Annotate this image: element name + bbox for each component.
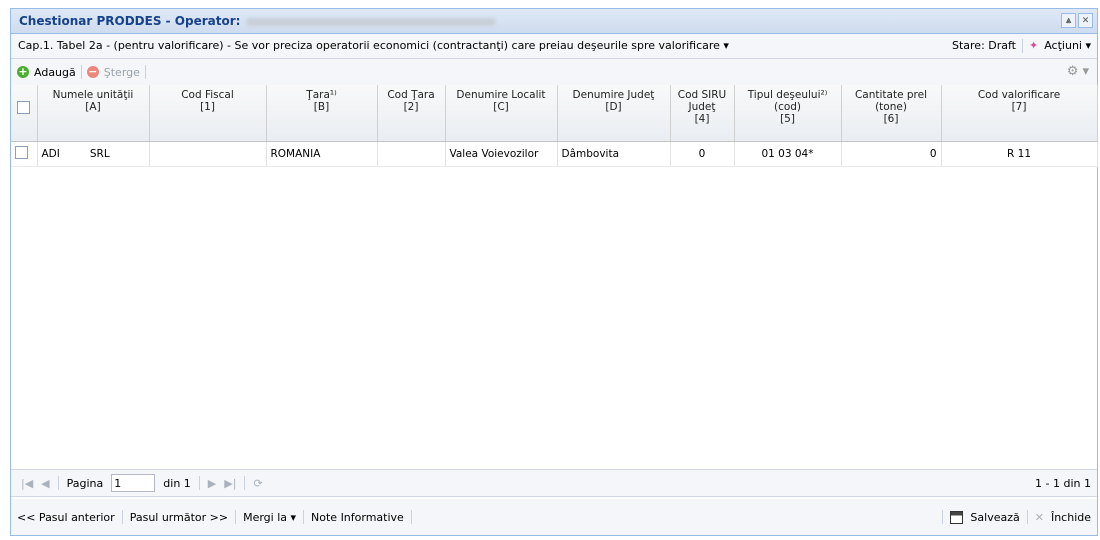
delete-icon: − (86, 65, 99, 78)
cell-country-code (377, 141, 446, 167)
column-header-country-code[interactable]: Cod Ţara [2] (377, 85, 446, 142)
grid-header-row: Numele unităţii [A] Cod Fiscal [1] Ţara¹⁾[… (11, 85, 1098, 142)
add-button[interactable]: Adaugă (34, 66, 76, 79)
refresh-icon[interactable]: ⟳ (253, 477, 262, 490)
data-grid: Numele unităţii [A] Cod Fiscal [1] Ţara¹⁾[… (11, 85, 1098, 469)
page-total-label: din 1 (163, 476, 191, 490)
column-header-county[interactable]: Denumire Judeţ [D] (557, 85, 671, 142)
divider (1026, 510, 1028, 524)
cell-name: ADI SRL (37, 141, 150, 167)
operator-name-redacted (246, 17, 497, 26)
actions-menu-button[interactable]: Acţiuni ▾ (1044, 34, 1091, 58)
actions-icon: ✦ (1029, 39, 1039, 52)
cell-fiscal-code (149, 141, 267, 167)
save-button[interactable]: Salvează (970, 511, 1019, 524)
divider (1022, 39, 1023, 53)
next-step-button[interactable]: Pasul următor >> (130, 511, 228, 524)
column-header-siruta[interactable]: Cod SIRU Judeţ [4] (670, 85, 735, 142)
first-page-icon[interactable]: |◀ (21, 477, 33, 490)
footer-toolbar: << Pasul anterior Pasul următor >> Mergi… (11, 499, 1097, 535)
record-count: 1 - 1 din 1 (1035, 476, 1091, 490)
divider (57, 476, 59, 490)
divider (303, 510, 305, 524)
chapter-bar: Cap.1. Tabel 2a - (pentru valorificare) … (11, 34, 1097, 59)
cell-locality: Valea Voievozilor (445, 141, 558, 167)
save-icon (950, 510, 964, 524)
status-label: Stare: Draft (951, 39, 1016, 52)
column-header-fiscal-code[interactable]: Cod Fiscal [1] (149, 85, 267, 142)
questionnaire-window: Chestionar PRODDES - Operator: ⩓ ✕ Cap.1… (10, 8, 1098, 536)
delete-button[interactable]: Şterge (104, 66, 140, 79)
column-header-waste-type[interactable]: Tipul deşeului²⁾ (cod) [5] (734, 85, 842, 142)
page-number-input[interactable] (111, 474, 156, 492)
column-header-locality[interactable]: Denumire Localit [C] (445, 85, 558, 142)
divider (244, 476, 246, 490)
prev-page-icon[interactable]: ◀ (41, 477, 49, 490)
goto-menu-button[interactable]: Mergi la ▾ (243, 511, 296, 524)
next-page-icon[interactable]: ▶ (208, 477, 216, 490)
divider (942, 510, 944, 524)
informative-notes-button[interactable]: Note Informative (311, 511, 404, 524)
divider (410, 510, 412, 524)
cell-waste-type: 01 03 04* (734, 141, 842, 167)
grid-toolbar: + Adaugă − Şterge ⚙ ▾ (11, 59, 1097, 86)
divider (121, 510, 123, 524)
cell-quantity: 0 (841, 141, 942, 167)
column-header-name[interactable]: Numele unităţii [A] (37, 85, 150, 142)
cell-country: ROMANIA (266, 141, 378, 167)
last-page-icon[interactable]: ▶| (224, 477, 236, 490)
close-icon[interactable]: ✕ (1078, 13, 1093, 28)
column-header-quantity[interactable]: Cantitate prel (tone) [6] (841, 85, 942, 142)
page-label: Pagina (66, 476, 104, 490)
close-icon: ✕ (1034, 510, 1044, 524)
column-header-recovery-code[interactable]: Cod valorificare [7] (941, 85, 1098, 142)
cell-recovery-code: R 11 (941, 141, 1098, 167)
cell-county: Dâmbovita (557, 141, 671, 167)
collapse-icon[interactable]: ⩓ (1061, 13, 1076, 28)
previous-step-button[interactable]: << Pasul anterior (17, 511, 115, 524)
window-titlebar: Chestionar PRODDES - Operator: ⩓ ✕ (11, 9, 1097, 34)
divider (144, 65, 146, 79)
close-button[interactable]: Închide (1051, 511, 1091, 524)
divider (198, 476, 200, 490)
divider (235, 510, 237, 524)
divider (80, 65, 82, 79)
chapter-selector[interactable]: Cap.1. Tabel 2a - (pentru valorificare) … (18, 39, 729, 52)
cell-siruta: 0 (670, 141, 735, 167)
add-icon: + (17, 65, 29, 78)
pagination-bar: |◀ ◀ Pagina din 1 ▶ ▶| ⟳ 1 - 1 din 1 (11, 469, 1097, 497)
window-title: Chestionar PRODDES - Operator: (19, 14, 241, 28)
column-header-country[interactable]: Ţara¹⁾ [B] (266, 85, 378, 142)
select-all-checkbox[interactable] (11, 85, 38, 142)
table-row[interactable]: ADI SRL ROMANIA Valea Voievozilor Dâmbovi… (11, 141, 1098, 167)
row-checkbox[interactable] (11, 141, 38, 167)
gear-icon[interactable]: ⚙ ▾ (1067, 64, 1089, 79)
